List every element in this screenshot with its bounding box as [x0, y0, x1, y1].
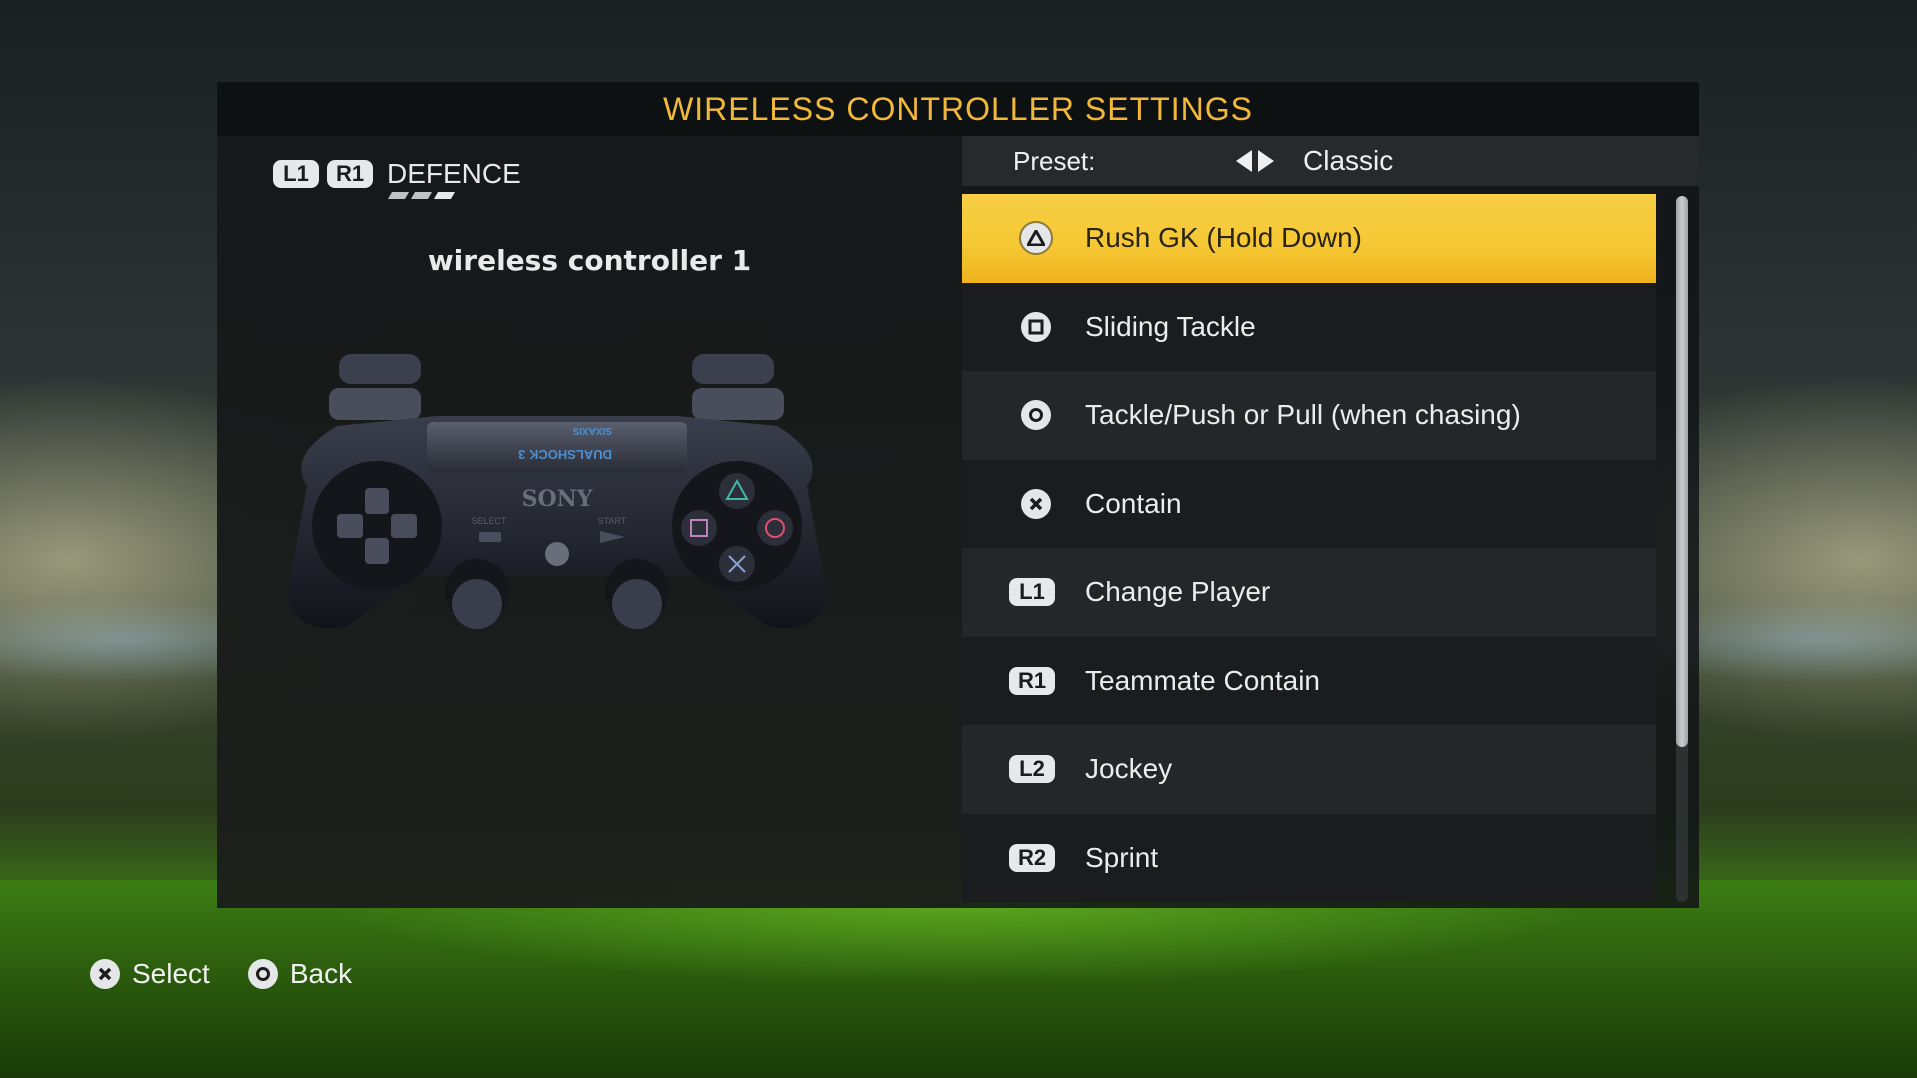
select-button [479, 532, 501, 542]
binding-action: Rush GK (Hold Down) [1085, 222, 1362, 254]
sixaxis-text: SIXAXIS [572, 425, 612, 436]
dpad-left [337, 514, 363, 538]
l2-button-icon: L2 [1009, 751, 1055, 787]
dpad-up [365, 488, 389, 514]
left-stick-cap [452, 579, 502, 629]
l2-trigger [339, 354, 421, 384]
binding-row[interactable]: L2 Jockey [962, 725, 1656, 814]
circle-button-icon [1018, 397, 1054, 433]
binding-row[interactable]: R2 Sprint [962, 813, 1656, 902]
bindings-panel: Preset: Classic Rush GK (Hold Down) Slid… [962, 136, 1699, 908]
title-bar: WIRELESS CONTROLLER SETTINGS [217, 82, 1699, 136]
preset-selector[interactable]: Preset: Classic [962, 136, 1699, 186]
l1-button-icon: L1 [1009, 574, 1055, 610]
sony-logo: SONY [522, 486, 593, 512]
back-hint-label: Back [289, 958, 353, 989]
arrow-left-icon[interactable] [1236, 150, 1252, 172]
page-dot-active [433, 192, 456, 199]
start-label: START [598, 516, 627, 526]
binding-row[interactable]: Contain [962, 459, 1656, 548]
triangle-face-button [719, 473, 755, 509]
scrollbar-thumb[interactable] [1676, 196, 1688, 747]
ps-button [545, 542, 569, 566]
binding-row[interactable]: Tackle/Push or Pull (when chasing) [962, 371, 1656, 460]
back-hint[interactable]: Back [247, 958, 353, 990]
binding-action: Teammate Contain [1085, 664, 1321, 696]
l1-bumper [329, 388, 421, 420]
binding-action: Tackle/Push or Pull (when chasing) [1085, 399, 1521, 431]
circle-button-icon [247, 959, 278, 989]
dpad-right [391, 514, 417, 538]
arrow-right-icon[interactable] [1258, 150, 1274, 172]
page-title: WIRELESS CONTROLLER SETTINGS [663, 90, 1253, 127]
mode-label: DEFENCE [387, 158, 521, 189]
footer-hints: Select Back [90, 958, 390, 990]
binding-row[interactable]: R1 Teammate Contain [962, 636, 1656, 725]
scrollbar[interactable] [1676, 196, 1688, 902]
cross-button-icon [90, 959, 120, 989]
settings-panel: WIRELESS CONTROLLER SETTINGS L1 R1 DEFEN… [217, 82, 1699, 908]
square-face-button [681, 510, 717, 546]
select-hint-label: Select [132, 958, 210, 989]
preset-label: Preset: [1013, 145, 1096, 176]
cross-button-icon [1018, 486, 1054, 522]
mode-switcher: L1 R1 DEFENCE [273, 158, 521, 190]
controller-panel: L1 R1 DEFENCE wireless controller 1 SIXA… [217, 136, 962, 908]
binding-action: Jockey [1085, 753, 1173, 785]
dpad-down [365, 538, 389, 564]
binding-row[interactable]: Sliding Tackle [962, 282, 1656, 371]
right-stick-cap [612, 579, 662, 629]
r2-button-icon: R2 [1009, 840, 1055, 876]
binding-action: Sliding Tackle [1085, 310, 1256, 342]
page-dot [410, 192, 433, 199]
binding-action: Sprint [1085, 841, 1159, 873]
binding-row[interactable]: Rush GK (Hold Down) [962, 194, 1656, 283]
led-bar [427, 422, 687, 472]
binding-action: Contain [1085, 487, 1182, 519]
select-hint[interactable]: Select [90, 958, 210, 990]
controller-name: wireless controller 1 [427, 244, 752, 277]
dpad-well [312, 461, 442, 591]
r1-button-icon[interactable]: R1 [327, 160, 373, 188]
triangle-button-icon [1018, 220, 1054, 256]
square-button-icon [1018, 309, 1054, 345]
preset-value: Classic [1303, 145, 1394, 176]
r1-button-icon: R1 [1009, 663, 1055, 699]
l1-button-icon[interactable]: L1 [273, 160, 319, 188]
select-label: SELECT [471, 516, 507, 526]
dualshock-text: DUALSHOCK 3 [518, 447, 612, 462]
binding-list: Rush GK (Hold Down) Sliding Tackle Tackl… [962, 194, 1656, 902]
r1-bumper [692, 388, 784, 420]
circle-face-button [757, 510, 793, 546]
r2-trigger [692, 354, 774, 384]
binding-action: Change Player [1085, 576, 1271, 608]
page-indicator [387, 192, 456, 199]
controller-image: SIXAXIS DUALSHOCK 3 SONY SELECT START [287, 354, 827, 629]
page-dot [387, 192, 410, 199]
binding-row[interactable]: L1 Change Player [962, 548, 1656, 637]
